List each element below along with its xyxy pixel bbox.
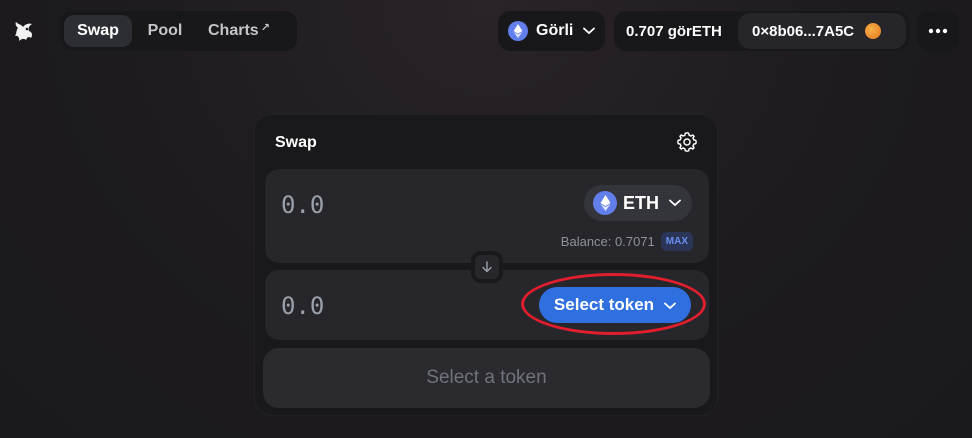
nav-tabs: Swap Pool Charts ↗ (60, 11, 297, 51)
chevron-down-icon (664, 295, 676, 315)
swap-card: Swap 0.0 ETH Balance: 0.7071 MAX 0.0 Sel… (254, 114, 718, 416)
more-menu-button[interactable] (917, 11, 959, 51)
tab-swap[interactable]: Swap (64, 15, 132, 47)
balance-text: Balance: 0.7071 (560, 234, 655, 249)
network-selector-button[interactable]: Görli (498, 11, 605, 51)
wallet-address: 0×8b06...7A5C (752, 22, 855, 40)
wallet-button[interactable]: 0.707 görETH 0×8b06...7A5C (614, 11, 909, 51)
select-token-label: Select token (553, 295, 655, 314)
swap-title: Swap (275, 134, 317, 151)
output-amount-field[interactable]: 0.0 (281, 292, 324, 320)
settings-gear-icon[interactable] (676, 131, 698, 153)
max-button[interactable]: MAX (660, 232, 693, 251)
select-a-token-button[interactable]: Select a token (263, 348, 710, 408)
tab-charts-label: Charts (208, 22, 259, 39)
input-token-label: ETH (623, 192, 659, 213)
more-dots-icon (928, 28, 948, 34)
input-token-selector[interactable]: ETH (584, 185, 692, 221)
tab-pool[interactable]: Pool (132, 15, 198, 47)
input-panel: 0.0 ETH Balance: 0.7071 MAX (265, 169, 709, 263)
wallet-balance: 0.707 görETH (626, 22, 722, 40)
arrow-down-icon (482, 261, 492, 273)
network-label: Görli (536, 22, 574, 39)
external-link-icon: ↗ (260, 21, 270, 34)
ethereum-icon (593, 191, 617, 215)
chevron-down-icon (583, 22, 596, 40)
uniswap-logo-icon[interactable] (10, 18, 38, 46)
ethereum-icon (508, 21, 528, 41)
chevron-down-icon (669, 194, 681, 212)
switch-direction-button[interactable] (471, 251, 503, 283)
avatar (865, 23, 882, 39)
select-token-button[interactable]: Select token (539, 287, 691, 323)
input-amount-field[interactable]: 0.0 (281, 191, 324, 219)
balance-row: Balance: 0.7071 MAX (561, 232, 693, 251)
wallet-address-button[interactable]: 0×8b06...7A5C (738, 13, 906, 49)
tab-charts[interactable]: Charts ↗ (198, 15, 280, 47)
